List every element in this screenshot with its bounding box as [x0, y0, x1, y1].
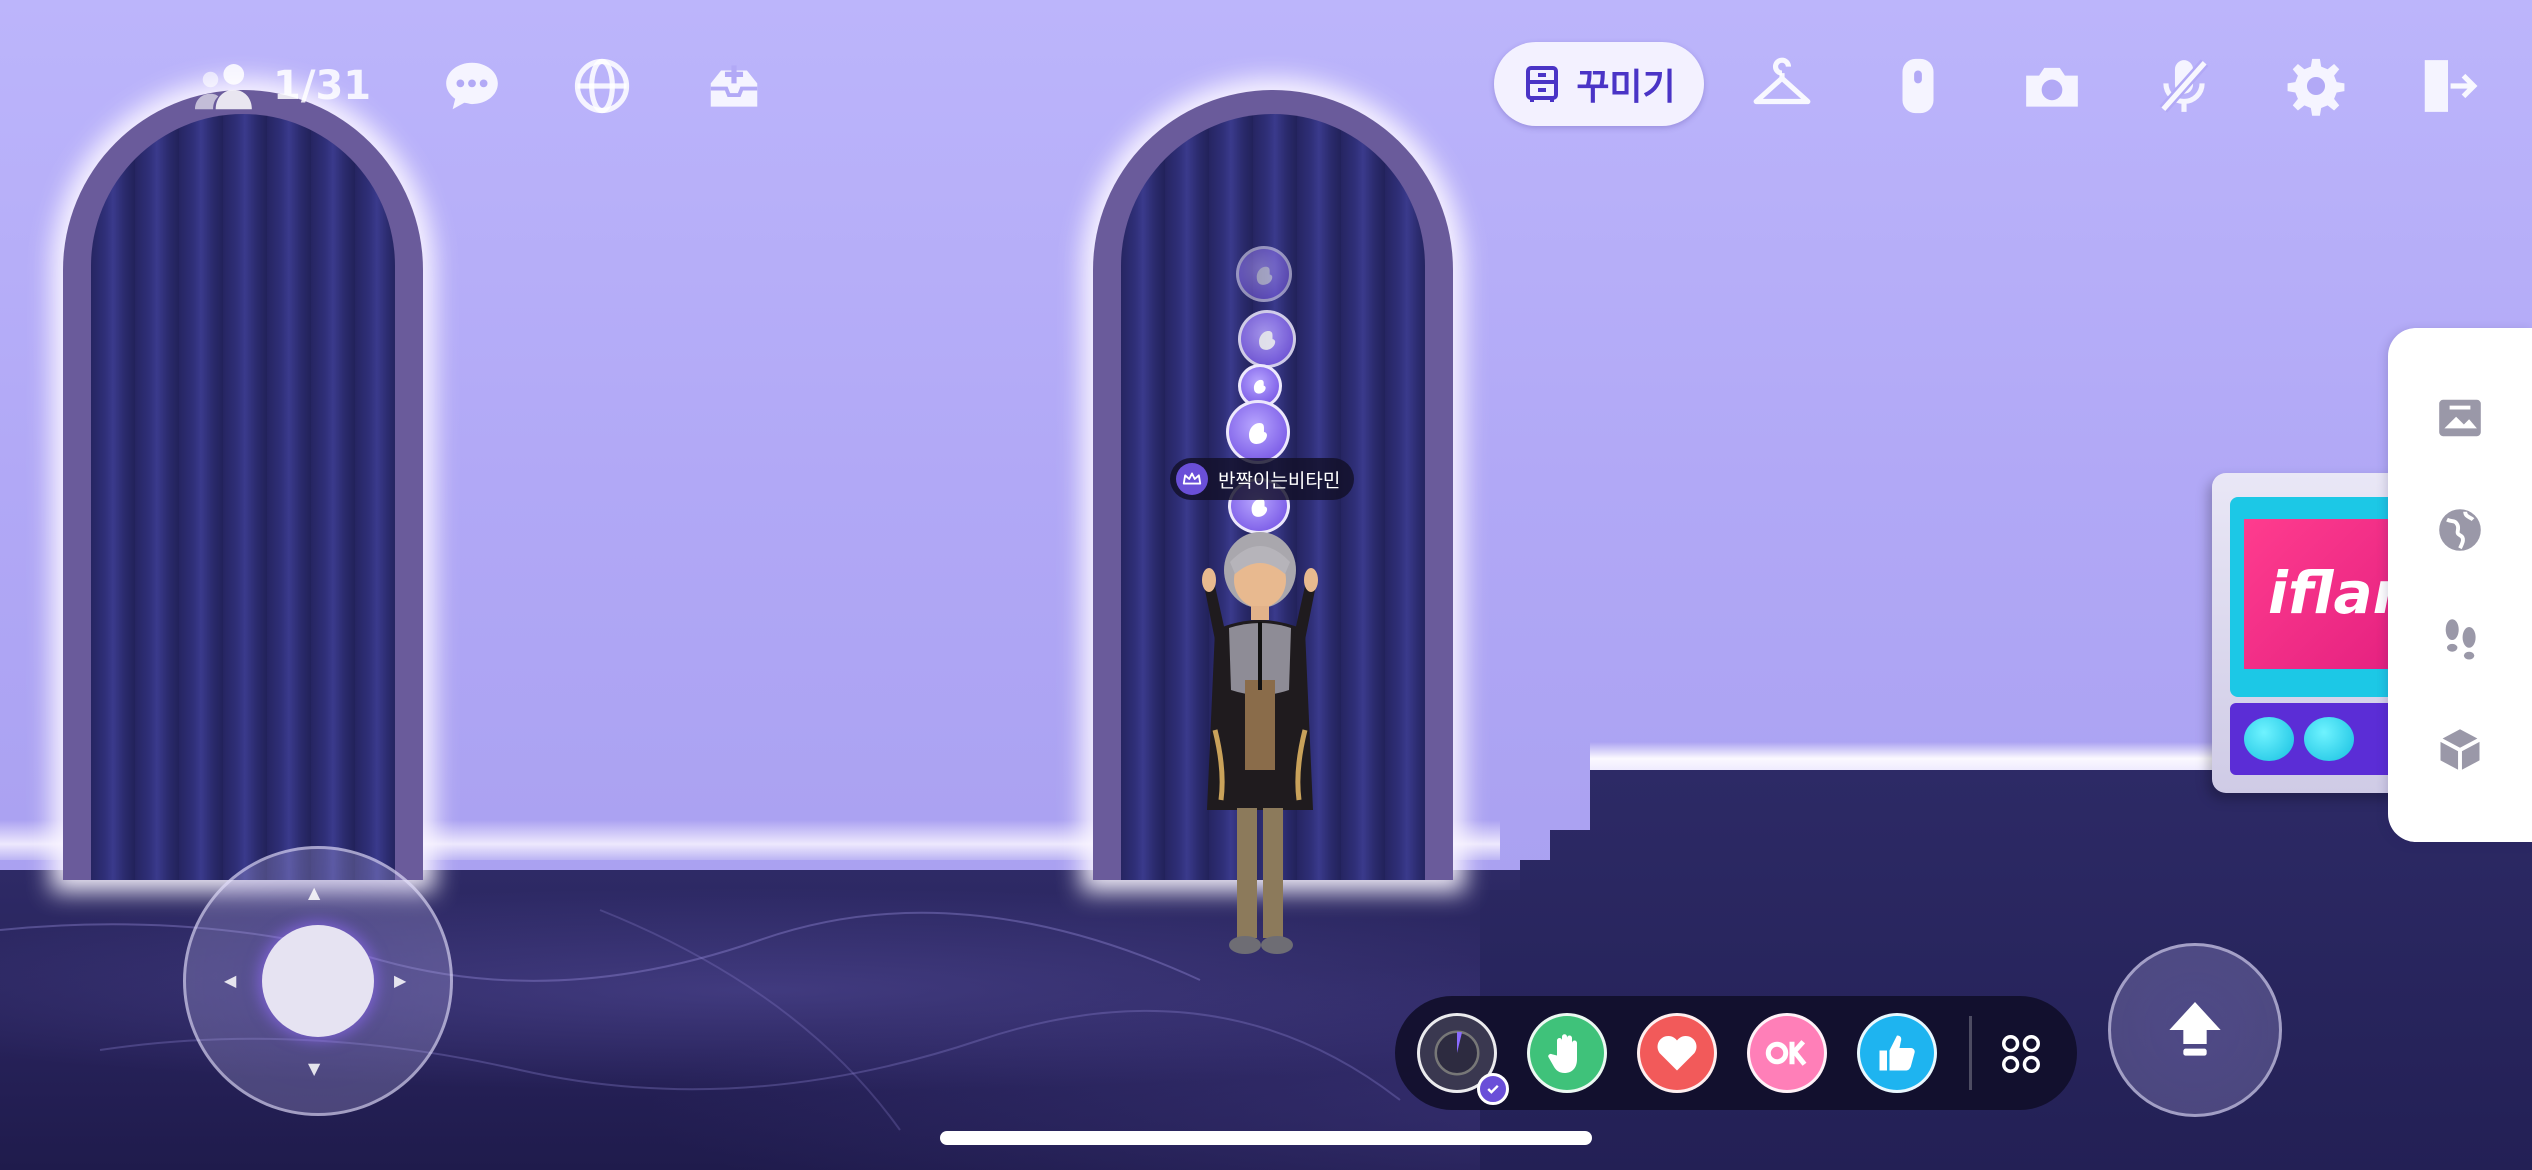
exit-button[interactable]	[2412, 50, 2484, 122]
jump-arrow-icon	[2169, 1002, 2221, 1056]
movement-joystick[interactable]: ▲ ▼ ◀ ▶	[183, 846, 453, 1116]
thumbs-up-icon	[1879, 1035, 1915, 1071]
floating-clap-icon	[1236, 246, 1292, 302]
dial-icon	[1434, 1030, 1480, 1076]
camera-button[interactable]	[2016, 50, 2088, 122]
side-gallery-button[interactable]	[2424, 382, 2496, 454]
gear-icon	[2287, 58, 2345, 116]
jump-button[interactable]	[2108, 943, 2282, 1117]
heart-icon	[1657, 1035, 1697, 1071]
emote-more-button[interactable]	[1985, 1018, 2057, 1090]
avatar-nickname: 반짝이는비타민	[1218, 469, 1341, 492]
player-count-text: 1/31	[273, 63, 372, 109]
world-button[interactable]	[566, 50, 638, 122]
chat-button[interactable]	[436, 50, 508, 122]
exit-door-icon	[2424, 60, 2478, 112]
raise-hand-icon	[1548, 1034, 1577, 1073]
joystick-left-arrow-icon: ◀	[224, 971, 237, 990]
side-footprints-button[interactable]	[2424, 604, 2496, 676]
invite-button[interactable]	[698, 50, 770, 122]
crown-icon	[1176, 463, 1208, 495]
check-icon	[1477, 1073, 1509, 1105]
image-frame-icon	[2439, 399, 2481, 437]
joystick-up-arrow-icon: ▲	[308, 883, 321, 902]
floating-clap-icon	[1238, 310, 1296, 368]
home-indicator[interactable]	[940, 1131, 1592, 1145]
curtain-arch-left	[63, 90, 423, 880]
machine-button	[2304, 717, 2354, 761]
chat-bubble-icon	[446, 62, 498, 110]
remote-button[interactable]	[1882, 50, 1954, 122]
player-count[interactable]: 1/31	[195, 50, 371, 122]
camera-icon	[2026, 67, 2078, 107]
people-icon	[195, 64, 252, 110]
globe-icon	[574, 58, 630, 114]
emote-ok-button[interactable]	[1747, 1013, 1827, 1093]
ok-icon	[1765, 1040, 1807, 1066]
wardrobe-button[interactable]	[1746, 50, 1818, 122]
floating-clap-icon	[1226, 400, 1290, 464]
dresser-icon	[1526, 66, 1559, 102]
hanger-icon	[1753, 57, 1811, 105]
cube-icon	[2439, 729, 2481, 771]
mic-off-icon	[2159, 59, 2209, 113]
emote-divider	[1969, 1016, 1972, 1090]
footprints-icon	[2445, 619, 2476, 660]
joystick-down-arrow-icon: ▼	[308, 1059, 321, 1078]
avatar-nametag[interactable]: 반짝이는비타민	[1170, 458, 1355, 500]
remote-icon	[1902, 58, 1934, 114]
decorate-button[interactable]: 꾸미기	[1494, 42, 1704, 126]
side-world-button[interactable]	[2424, 494, 2496, 566]
globe-icon	[2439, 509, 2481, 551]
decorate-label: 꾸미기	[1576, 67, 1676, 108]
mic-toggle-button[interactable]	[2148, 50, 2220, 122]
side-panel	[2388, 328, 2532, 842]
joystick-right-arrow-icon: ▶	[394, 971, 407, 990]
curtain	[91, 114, 395, 880]
emote-heart-button[interactable]	[1637, 1013, 1717, 1093]
joystick-knob[interactable]	[262, 925, 374, 1037]
settings-button[interactable]	[2280, 50, 2352, 122]
invite-tray-icon	[710, 65, 758, 107]
more-grid-icon	[2002, 1035, 2040, 1073]
emote-bar	[1395, 996, 2077, 1110]
player-avatar[interactable]	[1185, 530, 1335, 960]
stage-steps	[1480, 770, 2532, 1170]
emote-thumbs-up-button[interactable]	[1857, 1013, 1937, 1093]
side-object-button[interactable]	[2424, 714, 2496, 786]
emote-raise-hand-button[interactable]	[1527, 1013, 1607, 1093]
machine-button	[2244, 717, 2294, 761]
